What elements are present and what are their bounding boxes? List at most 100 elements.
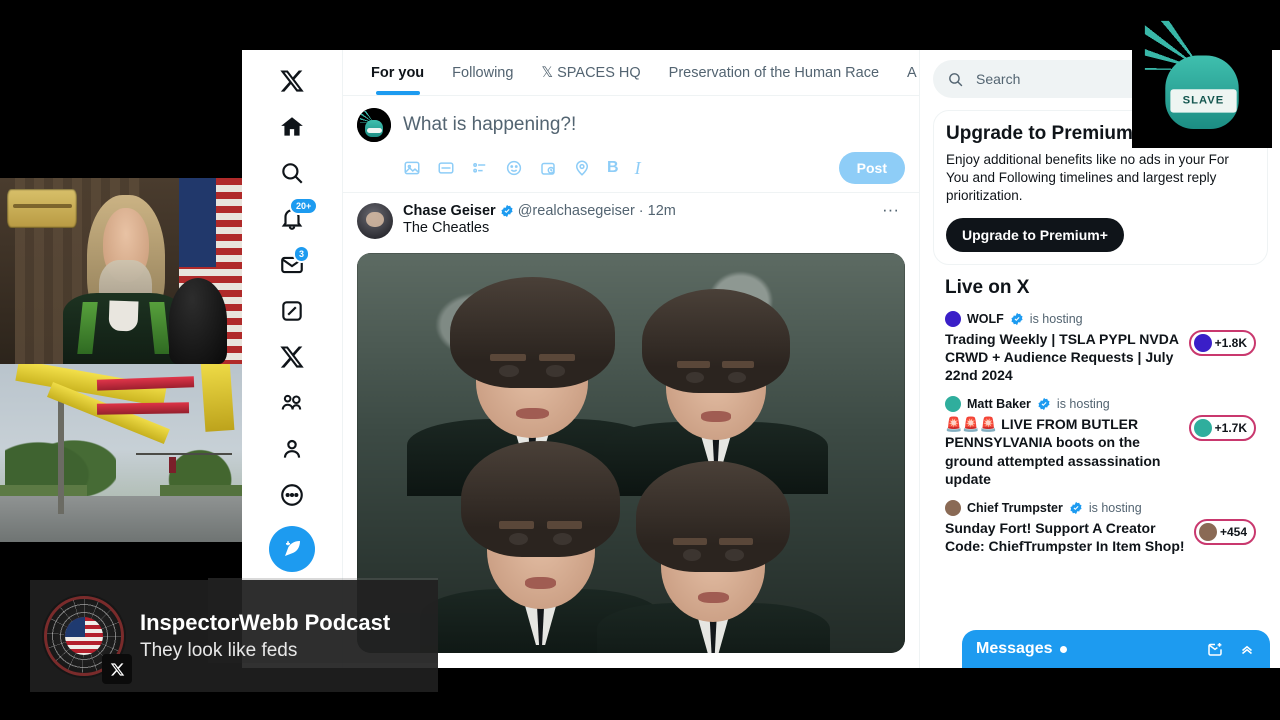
- post-author-avatar[interactable]: [357, 203, 393, 239]
- live-space-title[interactable]: 🚨🚨🚨 LIVE FROM BUTLER PENNSYLVANIA boots …: [945, 415, 1181, 488]
- notifications-badge: 20+: [289, 197, 319, 215]
- user-avatar[interactable]: [357, 108, 391, 142]
- messages-badge: 3: [293, 245, 311, 263]
- hosting-label: is hosting: [1056, 397, 1110, 412]
- post-author-line: Chase Geiser @realchasegeiser · 12m: [403, 203, 676, 219]
- live-space-title[interactable]: Trading Weekly | TSLA PYPL NVDA CRWD + A…: [945, 330, 1181, 385]
- sidebar-item-communities[interactable]: [269, 380, 315, 426]
- post-author-handle[interactable]: @realchasegeiser: [518, 203, 635, 219]
- live-space-title[interactable]: Sunday Fort! Support A Creator Code: Chi…: [945, 519, 1186, 555]
- composer-toolbar: B I Post: [357, 142, 905, 186]
- brow-right: [546, 521, 582, 529]
- mouth: [697, 591, 729, 604]
- crane-boom-yellow-right: [200, 364, 235, 433]
- hosting-label: is hosting: [1088, 500, 1142, 515]
- liberty-slave-overlay: SLAVE: [1132, 8, 1272, 148]
- image-icon[interactable]: [403, 159, 421, 177]
- podcast-caption: They look like feds: [140, 640, 298, 661]
- eye-left: [686, 371, 705, 383]
- emoji-icon[interactable]: [505, 159, 523, 177]
- post-button[interactable]: Post: [838, 152, 905, 184]
- messages-dock[interactable]: Messages: [962, 630, 1270, 668]
- search-input[interactable]: Search: [976, 71, 1020, 87]
- liberty-avatar-art: [357, 108, 391, 142]
- live-space-item[interactable]: Matt Baker is hosting 🚨🚨🚨 LIVE FROM BUTL…: [945, 396, 1256, 488]
- tab-spaces-hq[interactable]: 𝕏 SPACES HQ: [527, 50, 654, 95]
- post-composer[interactable]: What is happening?! B I Post: [343, 96, 919, 193]
- chevron-up-icon[interactable]: [1238, 640, 1256, 658]
- eye-left: [508, 533, 528, 545]
- liberty-mask: [366, 127, 383, 134]
- tab-preservation-of-the-human-race[interactable]: Preservation of the Human Race: [655, 50, 893, 95]
- crane-boom-red-lower: [96, 402, 189, 415]
- sidebar-item-notifications[interactable]: 20+: [269, 196, 319, 242]
- sidebar-item-messages[interactable]: 3: [269, 242, 315, 288]
- listener-count: +454: [1219, 524, 1247, 539]
- lower-third-text: InspectorWebb Podcast They look like fed…: [140, 610, 390, 662]
- mop-top-hair: [641, 289, 790, 394]
- microphone: [169, 278, 228, 364]
- post-author-name[interactable]: Chase Geiser: [403, 203, 496, 219]
- location-icon[interactable]: [573, 159, 591, 177]
- live-body: Trading Weekly | TSLA PYPL NVDA CRWD + A…: [945, 329, 1256, 385]
- sidebar-item-x-logo[interactable]: [269, 58, 315, 104]
- live-host-row: WOLF is hosting: [945, 310, 1256, 327]
- tab-following[interactable]: Following: [438, 50, 527, 95]
- post-timestamp: ·: [638, 203, 644, 219]
- live-space-item[interactable]: WOLF is hosting Trading Weekly | TSLA PY…: [945, 310, 1256, 385]
- cheatles-person-2: [603, 289, 829, 495]
- poll-icon[interactable]: [471, 159, 489, 177]
- eye-right: [545, 365, 566, 377]
- screen: 20+ 3 For you Following 𝕏 SPACES HQ Pres…: [0, 0, 1280, 720]
- post-time-value: 12m: [647, 203, 676, 219]
- host-webcam-video[interactable]: [0, 178, 242, 364]
- liberty-overlay-art: SLAVE: [1132, 8, 1272, 148]
- unread-dot-icon: [1059, 645, 1067, 653]
- host-name[interactable]: Chief Trumpster: [967, 501, 1063, 515]
- schedule-icon[interactable]: [539, 159, 557, 177]
- post-author-meta: Chase Geiser @realchasegeiser · 12m The …: [403, 203, 676, 236]
- verified-badge-icon: [1070, 501, 1082, 515]
- bold-icon[interactable]: B: [607, 159, 619, 177]
- gif-icon[interactable]: [437, 159, 455, 177]
- eye-right: [725, 549, 744, 561]
- sidebar-item-premium[interactable]: [269, 334, 315, 380]
- italic-icon[interactable]: I: [635, 158, 641, 179]
- sidebar-item-more[interactable]: [269, 472, 315, 518]
- listener-avatar: [1193, 419, 1212, 438]
- live-space-item[interactable]: Chief Trumpster is hosting Sunday Fort! …: [945, 499, 1256, 555]
- podcast-title: InspectorWebb Podcast: [140, 610, 391, 635]
- listener-avatar: [1193, 333, 1212, 352]
- x-icon: [110, 662, 124, 676]
- lower-third-banner: InspectorWebb Podcast They look like fed…: [30, 580, 438, 692]
- search-icon: [282, 163, 303, 184]
- mouth: [515, 407, 549, 420]
- tab-overflow[interactable]: A: [893, 50, 919, 95]
- brow-left: [499, 521, 535, 529]
- post-more-options-icon[interactable]: ···: [876, 201, 905, 218]
- sidebar-item-profile[interactable]: [269, 426, 315, 472]
- composer-placeholder[interactable]: What is happening?!: [403, 114, 576, 136]
- liberty-mask: SLAVE: [1170, 89, 1237, 113]
- host-avatar: [945, 310, 961, 327]
- upgrade-to-premium-button[interactable]: Upgrade to Premium+: [946, 217, 1124, 252]
- host-name[interactable]: WOLF: [967, 312, 1004, 326]
- sidebar-item-grok[interactable]: [269, 288, 315, 334]
- sidebar-item-explore[interactable]: [269, 150, 315, 196]
- sidebar-item-home[interactable]: [269, 104, 315, 150]
- hosting-label: is hosting: [1029, 311, 1083, 326]
- compose-post-button[interactable]: [269, 526, 315, 572]
- street-clip-video[interactable]: [0, 364, 242, 542]
- new-message-icon[interactable]: [1206, 640, 1224, 658]
- post-image[interactable]: [357, 253, 905, 653]
- grok-icon: [282, 301, 302, 321]
- host-avatar: [945, 396, 961, 413]
- live-host-row: Chief Trumpster is hosting: [945, 499, 1256, 516]
- road: [0, 495, 242, 542]
- person-icon: [283, 439, 301, 458]
- host-name[interactable]: Matt Baker: [967, 397, 1031, 411]
- feather-plus-icon: [285, 541, 300, 556]
- tab-for-you[interactable]: For you: [357, 50, 438, 95]
- composer-row: What is happening?!: [357, 108, 905, 142]
- listener-count-pill: +1.8K: [1188, 329, 1256, 356]
